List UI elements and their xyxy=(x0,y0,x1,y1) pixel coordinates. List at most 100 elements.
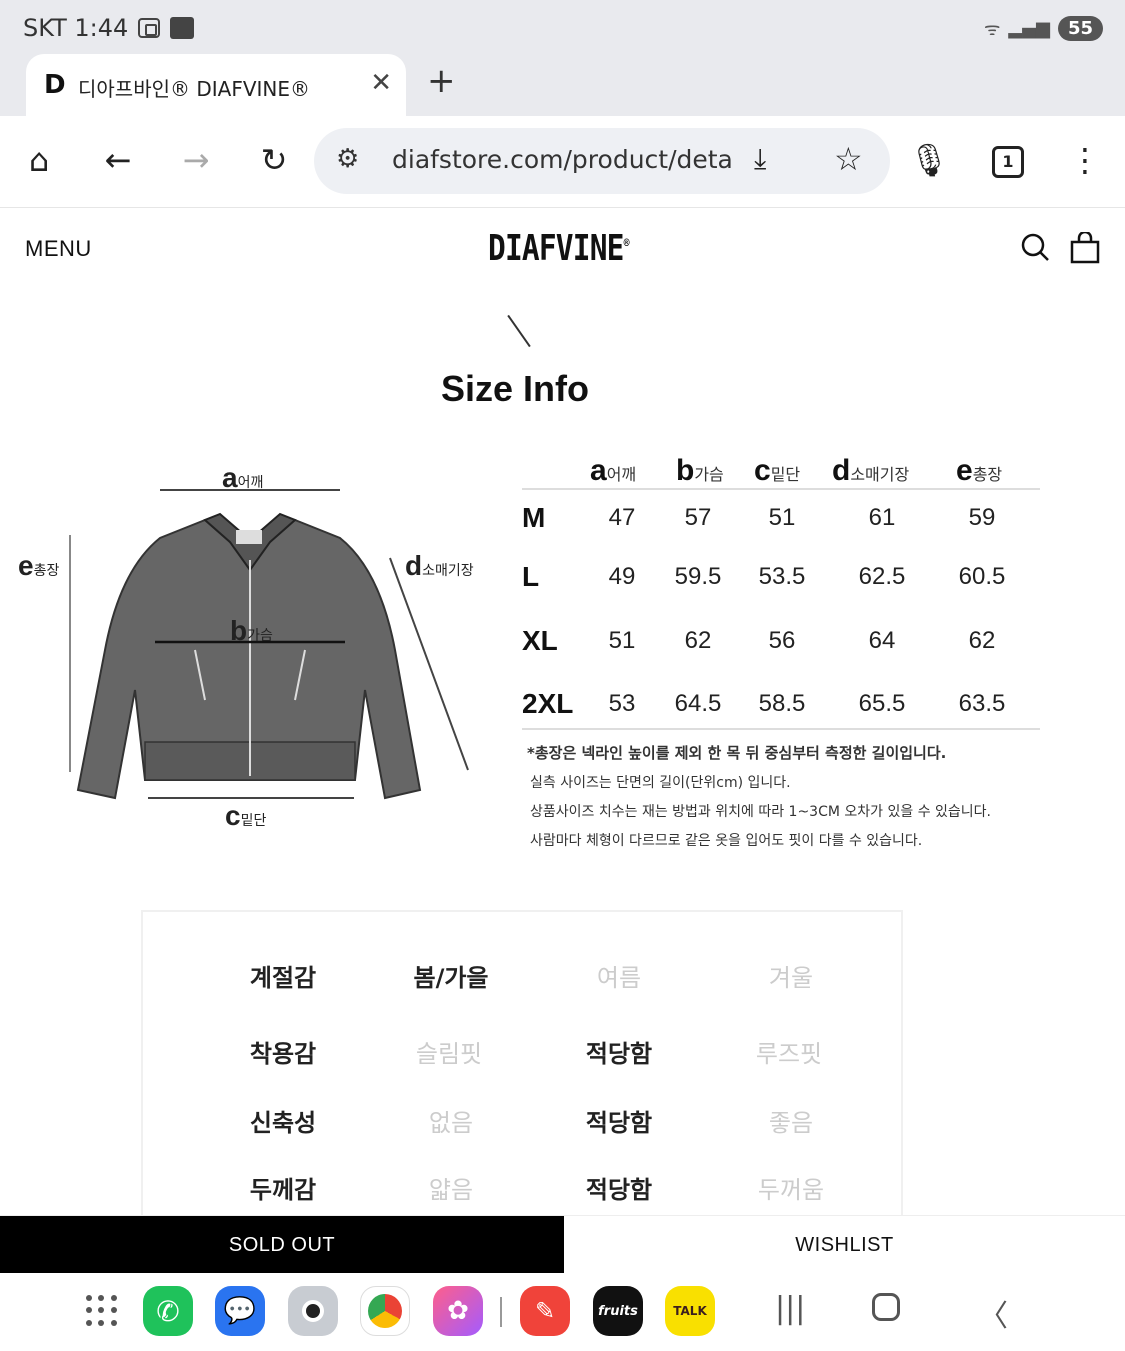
home-icon[interactable]: ⌂ xyxy=(17,140,61,180)
decorative-slash xyxy=(507,314,531,348)
column-letter: d xyxy=(832,454,851,487)
chrome-app-icon[interactable] xyxy=(360,1286,410,1336)
feel-option: 좋음 xyxy=(768,1109,814,1137)
feel-option: 적당함 xyxy=(585,1040,653,1068)
fit-feel-table: 계절감 봄/가을 여름 겨울 착용감 슬림핏 적당함 루즈핏 신축성 없음 적당… xyxy=(141,910,903,1230)
logo-text: DIAFVINE xyxy=(488,228,624,269)
column-letter: c xyxy=(754,454,771,487)
size-row-label: L xyxy=(522,561,540,592)
column-header: c밑단 xyxy=(754,454,800,488)
back-nav-icon[interactable]: 〈 xyxy=(978,1291,1008,1335)
feel-option: 겨울 xyxy=(768,964,814,992)
site-settings-icon[interactable]: ⚙ xyxy=(336,144,359,174)
table-cell: 51 xyxy=(768,504,796,531)
browser-tab-strip: D 디아프바인® DIAFVINE® ✕ + xyxy=(0,50,1125,116)
column-text: 총장 xyxy=(972,467,1003,484)
product-action-bar: SOLD OUT WISHLIST xyxy=(0,1215,1125,1274)
table-cell: 56 xyxy=(768,627,796,654)
label-letter: d xyxy=(405,550,423,581)
feel-option: 두꺼움 xyxy=(757,1176,825,1204)
sold-out-button[interactable]: SOLD OUT xyxy=(0,1216,564,1274)
table-cell: 51 xyxy=(608,627,636,654)
recent-apps-icon[interactable]: ||| xyxy=(775,1291,805,1326)
notes-app-icon[interactable]: ✎ xyxy=(520,1286,570,1336)
jacket-diagram: a어깨 e총장 b가슴 d소매기장 c밑단 xyxy=(0,450,510,850)
reload-icon[interactable]: ↻ xyxy=(252,140,296,180)
table-cell: 57 xyxy=(684,504,712,531)
home-nav-icon[interactable] xyxy=(872,1289,900,1321)
feel-row-label: 두께감 xyxy=(249,1176,317,1204)
gallery-app-icon[interactable]: ✿ xyxy=(433,1286,483,1336)
app-label: fruits xyxy=(598,1303,638,1319)
column-header: d소매기장 xyxy=(832,454,909,488)
column-text: 밑단 xyxy=(770,467,801,484)
table-cell: 61 xyxy=(868,504,896,531)
more-options-icon[interactable]: ⋮ xyxy=(1063,140,1107,180)
wifi-icon: ᯤ xyxy=(983,18,1001,40)
label-text: 총장 xyxy=(33,562,60,578)
close-icon[interactable]: ✕ xyxy=(370,68,392,98)
column-letter: a xyxy=(590,454,607,487)
shopping-bag-icon[interactable] xyxy=(1070,232,1100,264)
label-text: 어깨 xyxy=(237,474,264,490)
label-text: 소매기장 xyxy=(422,562,474,578)
table-cell: 47 xyxy=(608,504,636,531)
browser-toolbar: ⌂ ← → ↻ ⚙ diafstore.com/product/detai ⤓ … xyxy=(0,116,1125,208)
wishlist-button[interactable]: WISHLIST xyxy=(564,1216,1125,1274)
screen: SKT 1:44 ᯤ ▂▄▆ 55 D 디아프바인® DIAFVINE® ✕ +… xyxy=(0,0,1125,1351)
feel-option: 봄/가을 xyxy=(413,964,489,992)
address-bar[interactable]: ⚙ diafstore.com/product/detai ⤓ ☆ xyxy=(314,128,890,194)
size-info-title: Size Info xyxy=(441,368,590,409)
microphone-icon[interactable]: 🎙 xyxy=(907,140,951,180)
table-divider xyxy=(522,488,1040,490)
menu-button[interactable]: MENU xyxy=(25,236,92,262)
feel-option: 없음 xyxy=(428,1109,474,1137)
camera-app-icon[interactable] xyxy=(288,1286,338,1336)
table-cell: 65.5 xyxy=(858,690,906,717)
search-icon[interactable] xyxy=(1020,232,1050,262)
feel-option: 적당함 xyxy=(585,1109,653,1137)
taskbar-divider xyxy=(500,1297,502,1327)
notification-image-icon xyxy=(170,17,195,39)
size-note: 실측 사이즈는 단면의 길이(단위cm) 입니다. xyxy=(530,775,791,791)
table-cell: 63.5 xyxy=(958,690,1006,717)
fruits-app-icon[interactable]: fruits xyxy=(593,1286,643,1336)
feel-option: 여름 xyxy=(596,964,642,992)
new-tab-button[interactable]: + xyxy=(427,61,456,101)
install-app-icon[interactable]: ⤓ xyxy=(754,142,766,176)
label-text: 밑단 xyxy=(240,812,267,828)
site-header: MENU DIAFVINE® xyxy=(0,210,1125,290)
messages-app-icon[interactable]: 💬 xyxy=(215,1286,265,1336)
feel-row-label: 착용감 xyxy=(249,1040,317,1068)
site-logo[interactable]: DIAFVINE® xyxy=(488,228,630,269)
column-letter: e xyxy=(956,454,973,487)
forward-arrow-icon[interactable]: → xyxy=(174,140,218,180)
phone-app-icon[interactable]: ✆ xyxy=(143,1286,193,1336)
table-cell: 59 xyxy=(968,504,996,531)
table-cell: 62 xyxy=(968,627,996,654)
column-text: 가슴 xyxy=(694,467,724,484)
feel-option: 슬림핏 xyxy=(415,1040,483,1068)
app-label: TALK xyxy=(673,1304,707,1318)
table-cell: 62.5 xyxy=(858,563,906,590)
tab-switcher-button[interactable]: 1 xyxy=(992,146,1024,178)
screen-capture-icon xyxy=(138,18,161,38)
label-sleeve: d소매기장 xyxy=(405,550,474,582)
column-letter: b xyxy=(676,454,695,487)
label-hem: c밑단 xyxy=(225,800,266,832)
kakaotalk-app-icon[interactable]: TALK xyxy=(665,1286,715,1336)
app-drawer-icon[interactable] xyxy=(86,1295,118,1327)
column-text: 소매기장 xyxy=(850,467,910,484)
feel-option: 루즈핏 xyxy=(755,1040,823,1068)
url-text: diafstore.com/product/detai xyxy=(392,145,732,174)
column-header: b가슴 xyxy=(676,454,724,488)
feel-option: 적당함 xyxy=(585,1176,653,1204)
table-cell: 64 xyxy=(868,627,896,654)
browser-tab[interactable]: D 디아프바인® DIAFVINE® ✕ xyxy=(26,54,406,116)
back-arrow-icon[interactable]: ← xyxy=(96,140,140,180)
label-shoulder: a어깨 xyxy=(222,462,263,494)
column-header: a어깨 xyxy=(590,454,636,488)
star-icon[interactable]: ☆ xyxy=(834,140,863,178)
battery-indicator: 55 xyxy=(1057,16,1103,41)
feel-row-label: 계절감 xyxy=(249,964,317,992)
